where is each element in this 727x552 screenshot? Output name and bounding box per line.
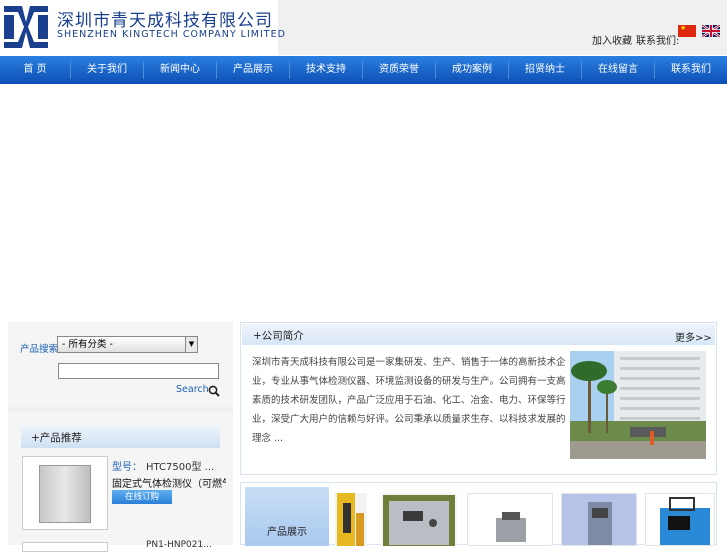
company-intro-text: 深圳市青天成科技有限公司是一家集研发、生产、销售于一体的高新技术企业，专业从事气… <box>252 357 566 444</box>
search-button[interactable]: Search <box>176 384 209 395</box>
product-thumbnail[interactable] <box>381 493 457 546</box>
product-thumbnail-image <box>381 493 457 546</box>
search-input[interactable] <box>58 363 219 379</box>
product-thumbnail-image <box>646 494 714 545</box>
chinese-flag-icon[interactable]: ★ <box>678 25 696 37</box>
product-showcase: 产品展示 <box>240 482 717 546</box>
main-navigation: 首 页 关于我们 新闻中心 产品展示 技术支持 资质荣誉 成功案例 招贤纳士 在… <box>0 56 727 84</box>
left-sidebar: 产品搜索： - 所有分类 - ▼ Search +产品推荐 型号： HTC750… <box>8 322 233 552</box>
company-intro-panel: +公司简介 更多>> 深圳市青天成科技有限公司是一家集研发、生产、销售于一体的高… <box>240 322 717 475</box>
product-model[interactable]: PN1-HNP021... <box>146 540 212 550</box>
product-thumbnail[interactable] <box>335 493 367 546</box>
nav-jobs[interactable]: 招贤纳士 <box>509 56 581 84</box>
product-image[interactable] <box>22 456 108 530</box>
product-model-label: 型号： <box>112 462 142 473</box>
company-intro-heading: +公司简介 <box>253 330 304 342</box>
recommended-products-heading: +产品推荐 <box>31 432 82 444</box>
search-icon[interactable] <box>208 385 220 397</box>
product-thumbnail-image <box>562 494 636 545</box>
nav-support[interactable]: 技术支持 <box>290 56 362 84</box>
product-search-panel: 产品搜索： - 所有分类 - ▼ Search <box>8 322 233 407</box>
nav-home[interactable]: 首 页 <box>0 56 70 84</box>
chevron-down-icon[interactable]: ▼ <box>185 337 197 352</box>
company-name-en: SHENZHEN KINGTECH COMPANY LIMITED <box>57 29 286 40</box>
product-description[interactable]: 固定式气体检测仪（可燃气体检测报警器）... <box>112 475 226 490</box>
product-thumbnail-image <box>468 494 552 545</box>
nav-products[interactable]: 产品展示 <box>217 56 289 84</box>
product-thumbnail-image <box>335 493 367 546</box>
product-thumbnail[interactable] <box>645 493 715 546</box>
product-image[interactable] <box>22 542 108 552</box>
company-name-cn: 深圳市青天成科技有限公司 <box>57 11 273 31</box>
category-select[interactable]: - 所有分类 - ▼ <box>57 336 198 353</box>
showcase-label-box: 产品展示 <box>245 487 329 546</box>
company-building-photo <box>570 351 706 459</box>
gas-detector-image <box>39 465 91 523</box>
product-thumbnail[interactable] <box>561 493 637 546</box>
product-model[interactable]: HTC7500型 ... <box>146 458 214 473</box>
nav-honors[interactable]: 资质荣誉 <box>363 56 435 84</box>
english-flag-icon[interactable] <box>702 25 720 37</box>
nav-about[interactable]: 关于我们 <box>71 56 143 84</box>
logo[interactable]: 深圳市青天成科技有限公司 SHENZHEN KINGTECH COMPANY L… <box>0 0 285 55</box>
showcase-label: 产品展示 <box>267 527 307 538</box>
recommended-products-panel: +产品推荐 型号： HTC7500型 ... 固定式气体检测仪（可燃气体检测报警… <box>8 412 233 552</box>
nav-message[interactable]: 在线留言 <box>582 56 654 84</box>
section-heading-bar: +产品推荐 <box>21 426 220 448</box>
category-selected-value: - 所有分类 - <box>62 339 113 350</box>
site-header: 深圳市青天成科技有限公司 SHENZHEN KINGTECH COMPANY L… <box>0 0 727 55</box>
company-logo-icon <box>4 6 48 48</box>
nav-contact[interactable]: 联系我们 <box>655 56 727 84</box>
nav-cases[interactable]: 成功案例 <box>436 56 508 84</box>
product-thumbnail[interactable] <box>467 493 553 546</box>
contact-us-link[interactable]: 联系我们: <box>636 32 679 47</box>
nav-news[interactable]: 新闻中心 <box>144 56 216 84</box>
order-online-button[interactable]: 在线订购 <box>112 490 172 504</box>
add-favorite-link[interactable]: 加入收藏 <box>592 32 632 47</box>
banner-area <box>0 84 727 320</box>
more-link[interactable]: 更多>> <box>675 329 712 344</box>
section-heading-bar: +公司简介 更多>> <box>242 324 715 345</box>
